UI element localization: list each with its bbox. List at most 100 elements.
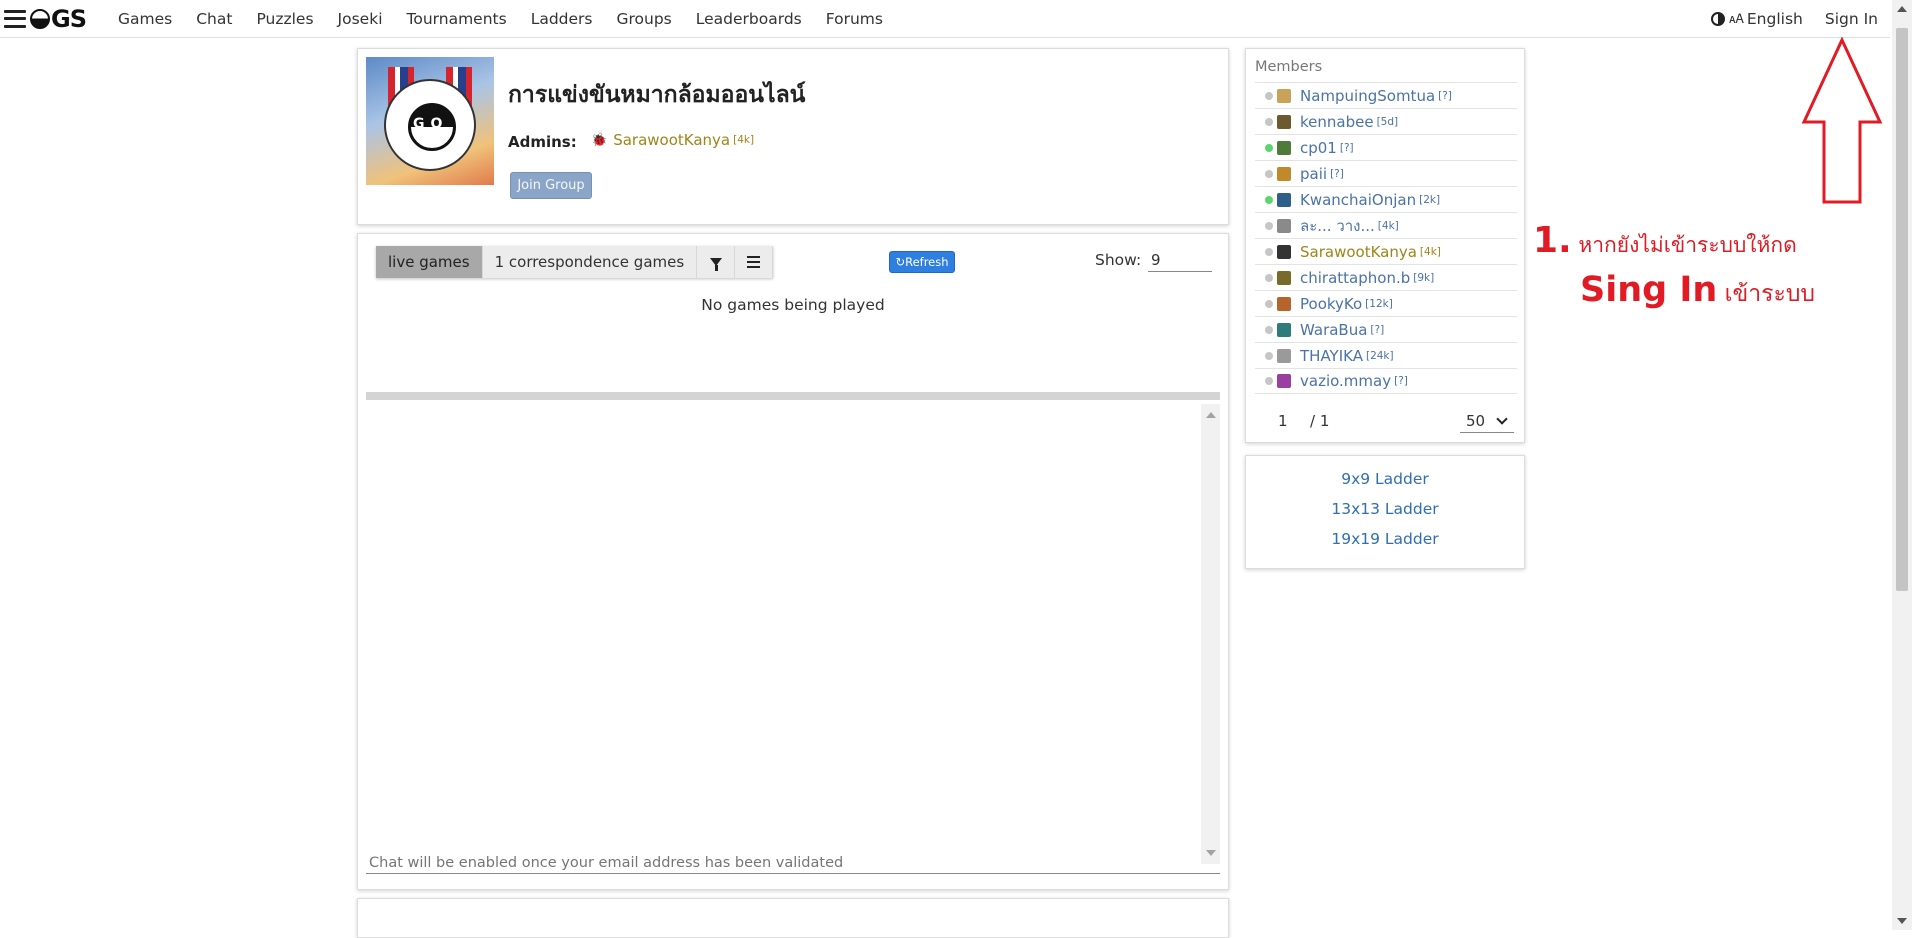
member-name[interactable]: SarawootKanya [1300, 243, 1417, 261]
ladder-link-9x9[interactable]: 9x9 Ladder [1246, 470, 1524, 488]
chevron-down-icon [1496, 413, 1508, 425]
lower-panel [357, 898, 1229, 938]
games-tabs: live games 1 correspondence games [376, 246, 774, 278]
member-name[interactable]: paii [1300, 165, 1327, 183]
nav-link-ladders[interactable]: Ladders [531, 10, 593, 28]
avatar [1277, 296, 1291, 311]
nav-link-leaderboards[interactable]: Leaderboards [696, 10, 802, 28]
member-name[interactable]: kennabee [1300, 113, 1374, 131]
avatar [1277, 348, 1291, 363]
contrast-toggle-icon[interactable] [1711, 12, 1726, 26]
member-rank: [12k] [1365, 297, 1393, 310]
nav-link-groups[interactable]: Groups [616, 10, 671, 28]
member-row[interactable]: vazio.mmay [?] [1255, 368, 1517, 394]
member-row[interactable]: ละ... วาง... [4k] [1255, 212, 1517, 238]
member-name[interactable]: WaraBua [1300, 321, 1367, 339]
language-icon[interactable]: 🗚 [1729, 12, 1744, 27]
members-panel: Members NampuingSomtua [?] kennabee [5d] cp0… [1245, 48, 1525, 443]
avatar [1277, 192, 1291, 207]
online-status-icon [1265, 195, 1273, 204]
tab-live-games[interactable]: live games [376, 246, 483, 278]
member-name[interactable]: chirattaphon.b [1300, 269, 1410, 287]
avatar [1277, 244, 1291, 259]
scroll-up-icon[interactable] [1206, 412, 1216, 418]
page-current[interactable]: 1 [1278, 412, 1288, 430]
member-rank: [9k] [1413, 271, 1435, 284]
filter-button[interactable] [697, 246, 736, 278]
member-row[interactable]: THAYIKA [24k] [1255, 342, 1517, 368]
member-row[interactable]: PookyKo [12k] [1255, 290, 1517, 316]
members-pager: 1 / 1 50 [1255, 409, 1517, 435]
member-row[interactable]: WaraBua [?] [1255, 316, 1517, 342]
avatar [1277, 140, 1291, 155]
page-total: / 1 [1310, 412, 1330, 430]
annotation-step-number: 1. [1533, 220, 1572, 261]
member-name[interactable]: cp01 [1300, 139, 1337, 157]
language-selector[interactable]: English [1747, 10, 1803, 28]
hamburger-menu-icon[interactable] [4, 9, 26, 28]
nav-link-chat[interactable]: Chat [196, 10, 232, 28]
scroll-down-arrow-icon[interactable] [1897, 918, 1907, 924]
show-count-input[interactable] [1148, 248, 1212, 272]
annotation-line-2: Sing In เข้าระบบ [1580, 270, 1815, 312]
member-list: NampuingSomtua [?] kennabee [5d] cp01 [?] paii… [1255, 82, 1517, 394]
scrollbar-thumb[interactable] [1896, 28, 1908, 591]
member-rank: [4k] [1377, 219, 1399, 232]
member-row[interactable]: paii [?] [1255, 160, 1517, 186]
nav-link-tournaments[interactable]: Tournaments [407, 10, 507, 28]
member-row[interactable]: chirattaphon.b [9k] [1255, 264, 1517, 290]
online-status-icon [1265, 91, 1273, 100]
member-name[interactable]: vazio.mmay [1300, 372, 1391, 390]
member-name[interactable]: KwanchaiOnjan [1300, 191, 1416, 209]
show-label: Show: [1095, 251, 1142, 269]
member-rank: [2k] [1419, 193, 1441, 206]
go-seal-letters: GO [413, 116, 449, 132]
avatar [1277, 322, 1291, 337]
chat-input[interactable] [366, 852, 1220, 874]
nav-link-forums[interactable]: Forums [826, 10, 883, 28]
sign-in-link[interactable]: Sign In [1825, 10, 1878, 28]
nav-link-games[interactable]: Games [118, 10, 172, 28]
annotation-line-1: 1. หากยังไม่เข้าระบบให้กด [1533, 220, 1797, 262]
chat-scrollbar[interactable] [1201, 404, 1220, 864]
site-logo[interactable]: GS [30, 5, 87, 33]
member-row[interactable]: SarawootKanya [4k] [1255, 238, 1517, 264]
member-row[interactable]: cp01 [?] [1255, 134, 1517, 160]
member-name[interactable]: THAYIKA [1300, 347, 1363, 365]
online-status-icon [1265, 351, 1273, 360]
per-page-value: 50 [1466, 411, 1486, 430]
member-rank: [?] [1394, 375, 1408, 387]
member-name[interactable]: ละ... วาง... [1300, 214, 1375, 238]
online-status-icon [1265, 169, 1273, 178]
user-icon: 🐞 [591, 132, 608, 148]
ladder-link-13x13[interactable]: 13x13 Ladder [1246, 500, 1524, 518]
admin-username[interactable]: SarawootKanya [613, 131, 730, 149]
scroll-up-arrow-icon[interactable] [1897, 6, 1907, 12]
avatar [1277, 166, 1291, 181]
admin-user[interactable]: 🐞 SarawootKanya [4k] [591, 131, 754, 149]
member-row[interactable]: KwanchaiOnjan [2k] [1255, 186, 1517, 212]
avatar [1277, 88, 1291, 103]
per-page-select[interactable]: 50 [1460, 409, 1514, 433]
member-row[interactable]: NampuingSomtua [?] [1255, 82, 1517, 108]
refresh-button[interactable]: ↻ Refresh [889, 251, 955, 273]
nav-link-joseki[interactable]: Joseki [338, 10, 383, 28]
join-group-button[interactable]: Join Group [510, 172, 592, 199]
avatar [1277, 374, 1291, 388]
ladder-link-19x19[interactable]: 19x19 Ladder [1246, 530, 1524, 548]
nav-right: 🗚 English Sign In [1711, 0, 1878, 38]
list-view-button[interactable] [735, 246, 774, 278]
avatar [1277, 114, 1291, 129]
resize-divider[interactable] [366, 392, 1220, 400]
online-status-icon [1265, 325, 1273, 334]
go-stone-logo-icon [30, 8, 50, 29]
online-status-icon [1265, 273, 1273, 282]
nav-link-puzzles[interactable]: Puzzles [256, 10, 313, 28]
member-name[interactable]: PookyKo [1300, 295, 1362, 313]
member-rank: [?] [1438, 89, 1452, 102]
page-scrollbar[interactable] [1892, 0, 1912, 930]
group-logo: GO [366, 57, 494, 185]
tab-correspondence-games[interactable]: 1 correspondence games [482, 246, 698, 278]
member-row[interactable]: kennabee [5d] [1255, 108, 1517, 134]
member-name[interactable]: NampuingSomtua [1300, 87, 1435, 105]
